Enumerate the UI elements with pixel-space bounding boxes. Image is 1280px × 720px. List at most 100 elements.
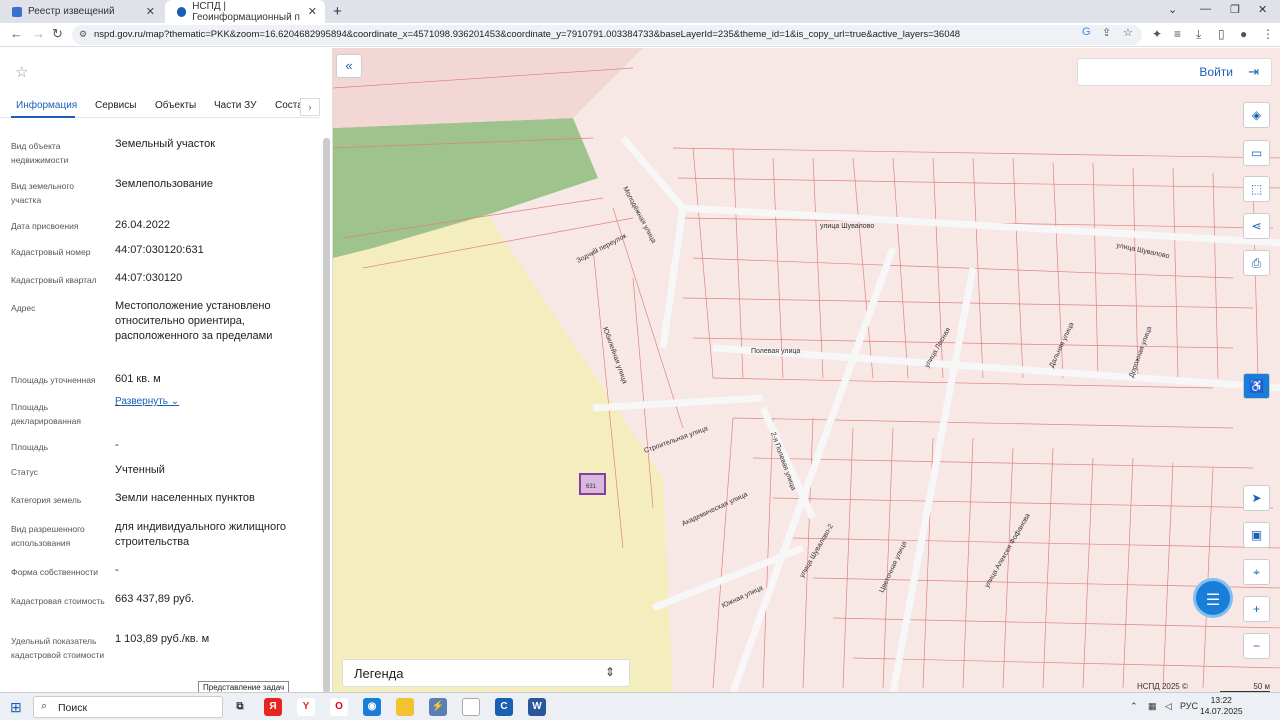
chat-button[interactable]: ☰ xyxy=(1193,578,1233,618)
address-bar-row: ← → ↻ ⚙ nspd.gov.ru/map?thematic=PKK&zoo… xyxy=(0,23,1280,47)
map-copyright: НСПД 2025 © xyxy=(1137,682,1188,691)
yandex-icon[interactable]: Я xyxy=(264,698,282,716)
document-icon[interactable] xyxy=(462,698,480,716)
zoom-in-button[interactable]: + xyxy=(1243,596,1270,622)
network-icon[interactable]: ▦ xyxy=(1148,701,1157,712)
legend-panel[interactable]: Легенда ⇕ xyxy=(342,659,630,687)
map-scale: 50 м xyxy=(1220,682,1270,692)
site-info-icon[interactable]: ⚙ xyxy=(79,29,87,40)
tab-composition[interactable]: Соста xyxy=(275,100,303,111)
info-sidebar: ☆ Информация Сервисы Объекты Части ЗУ Со… xyxy=(0,48,333,693)
geolocation-button[interactable]: ⌖ xyxy=(1243,559,1270,585)
google-icon[interactable]: G xyxy=(1082,26,1091,38)
cadastral-map[interactable]: 631 Молодёжная улица Зодчий переулок Юби… xyxy=(333,48,1280,692)
row-value: - xyxy=(115,564,119,576)
zoom-out-button[interactable]: − xyxy=(1243,633,1270,659)
downloads-icon[interactable]: ⤓ xyxy=(1196,27,1201,42)
block-zone xyxy=(333,48,643,128)
tab-search-icon[interactable]: ⌄ xyxy=(1168,3,1177,16)
street-label: Академическая улица xyxy=(681,491,749,528)
row-label: Кадастровая стоимость xyxy=(11,596,105,606)
volume-icon[interactable]: ◁ xyxy=(1165,701,1172,712)
favorite-star-icon[interactable]: ☆ xyxy=(15,63,28,81)
minimize-icon[interactable]: — xyxy=(1200,3,1211,15)
row-label: Площадь xyxy=(11,442,49,452)
tab-title: Реестр извещений xyxy=(28,6,115,17)
opera-icon[interactable]: O xyxy=(330,698,348,716)
close-tab-icon[interactable]: ✕ xyxy=(146,5,155,18)
close-tab-icon[interactable]: ✕ xyxy=(308,5,317,18)
yandex-browser-icon[interactable]: Y xyxy=(297,698,315,716)
file-explorer-icon[interactable] xyxy=(396,698,414,716)
street-label: Полевая улица xyxy=(751,348,800,355)
close-window-icon[interactable]: ✕ xyxy=(1258,3,1267,16)
street-label: улица Шувалово xyxy=(820,223,874,230)
menu-icon[interactable]: ⋮ xyxy=(1262,27,1274,41)
system-clock[interactable]: 13:22 14.07.2025 xyxy=(1200,695,1243,717)
forward-icon[interactable]: → xyxy=(32,26,45,41)
task-view-icon[interactable]: ⧉ xyxy=(231,698,249,716)
profile-icon[interactable]: ● xyxy=(1240,27,1247,41)
browser-tab-notices[interactable]: Реестр извещений ✕ xyxy=(0,0,163,23)
bookmark-star-icon[interactable]: ☆ xyxy=(1123,26,1133,39)
layers-button[interactable]: ◈ xyxy=(1243,102,1270,128)
share-icon[interactable]: ⇪ xyxy=(1102,26,1111,39)
measure-button[interactable]: ▭ xyxy=(1243,140,1270,166)
url-field[interactable]: ⚙ nspd.gov.ru/map?thematic=PKK&zoom=16.6… xyxy=(72,25,1142,45)
row-value: Местоположение установлено относительно … xyxy=(115,300,273,342)
row-label: Вид разрешенного использования xyxy=(11,524,85,548)
row-value: Земельный участок xyxy=(115,138,216,150)
row-value: Учтенный xyxy=(115,464,165,476)
map-canvas[interactable]: 631 Молодёжная улица Зодчий переулок Юби… xyxy=(333,48,1280,692)
tab-objects[interactable]: Объекты xyxy=(155,100,196,111)
reading-list-icon[interactable]: ≡ xyxy=(1174,27,1181,41)
login-label[interactable]: Войти xyxy=(1199,65,1233,79)
row-value: - xyxy=(115,439,119,451)
tab-parts[interactable]: Части ЗУ xyxy=(214,100,256,111)
share-map-button[interactable]: ⋖ xyxy=(1243,213,1270,239)
language-indicator[interactable]: РУС xyxy=(1180,701,1198,711)
browser-app-icon[interactable]: ◉ xyxy=(363,698,381,716)
map-mode-button[interactable]: ▣ xyxy=(1243,522,1270,548)
tray-chevron-icon[interactable]: ⌃ xyxy=(1130,701,1138,712)
tab-info[interactable]: Информация xyxy=(16,100,77,111)
row-value: 26.04.2022 xyxy=(115,219,171,231)
reload-icon[interactable]: ↻ xyxy=(52,26,63,42)
tab-services[interactable]: Сервисы xyxy=(95,100,136,111)
browser-tab-bar: Реестр извещений ✕ НСПД | Геоинформацион… xyxy=(0,0,1280,23)
browser-tab-nspd[interactable]: НСПД | Геоинформационный п ✕ xyxy=(165,0,325,23)
print-button[interactable]: ⎙ xyxy=(1243,250,1270,276)
login-icon[interactable]: ⇥ xyxy=(1248,64,1259,80)
back-icon[interactable]: ← xyxy=(10,26,23,41)
row-label: Кадастровый номер xyxy=(11,247,91,257)
legend-toggle-icon[interactable]: ⇕ xyxy=(605,665,615,679)
row-label: Вид земельного участка xyxy=(11,181,75,205)
active-tab-underline xyxy=(11,116,75,118)
sidebar-scrollbar[interactable] xyxy=(323,138,330,693)
locate-button[interactable]: ➤ xyxy=(1243,485,1270,511)
street-label: Южная улица xyxy=(721,585,764,610)
collapse-sidebar-button[interactable]: « xyxy=(336,54,362,78)
taskbar-search[interactable]: ⌕ Поиск xyxy=(33,696,223,718)
sidebar-tabs: Информация Сервисы Объекты Части ЗУ Сост… xyxy=(0,98,320,118)
word-icon[interactable]: W xyxy=(528,698,546,716)
windows-start-icon[interactable]: ⊞ xyxy=(10,699,22,716)
chat-icon: ☰ xyxy=(1205,592,1221,609)
row-label: Удельный показатель кадастровой стоимост… xyxy=(11,636,105,660)
row-value: 663 437,89 руб. xyxy=(115,593,195,605)
side-panel-icon[interactable]: ▯ xyxy=(1218,27,1225,41)
login-bar[interactable]: Войти ⇥ xyxy=(1077,58,1272,86)
chrome-app-icon[interactable]: C xyxy=(495,698,513,716)
row-label: Статус xyxy=(11,467,38,477)
new-tab-icon[interactable]: + xyxy=(333,3,342,20)
accessibility-button[interactable]: ♿ xyxy=(1243,373,1270,399)
row-value: Земли населенных пунктов xyxy=(115,492,255,504)
extensions-icon[interactable]: ✦ xyxy=(1152,27,1162,41)
row-value: Землепользование xyxy=(115,178,214,190)
restore-icon[interactable]: ❐ xyxy=(1230,3,1240,16)
street-label: Зодчий переулок xyxy=(575,231,628,264)
tabs-scroll-right-icon[interactable]: › xyxy=(300,98,320,116)
network-app-icon[interactable]: ⚡ xyxy=(429,698,447,716)
street-label: Строительная улица xyxy=(643,425,709,455)
select-area-button[interactable]: ⬚ xyxy=(1243,176,1270,202)
